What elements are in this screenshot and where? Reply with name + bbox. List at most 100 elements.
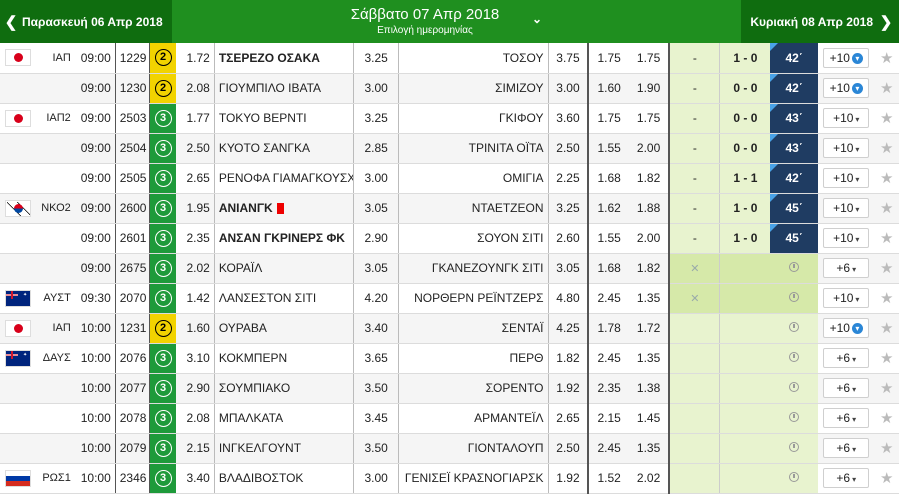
odds-away[interactable]: 3.00 bbox=[547, 73, 590, 104]
odds-away[interactable]: 2.25 bbox=[547, 163, 590, 194]
odds-under[interactable]: 1.52 bbox=[588, 463, 629, 494]
odds-draw[interactable]: 3.25 bbox=[353, 43, 399, 74]
odds-under[interactable]: 2.45 bbox=[588, 343, 629, 374]
favorite-star-icon[interactable]: ★ bbox=[874, 193, 899, 224]
odds-away[interactable]: 1.82 bbox=[547, 343, 590, 374]
odds-under[interactable]: 1.78 bbox=[588, 313, 629, 344]
odds-under[interactable]: 2.15 bbox=[588, 403, 629, 434]
match-row[interactable]: ΙΑΠ2 09:00 2503 3 1.77 ΤΟΚΥΟ ΒΕΡΝΤΙ 3.25 ΓΚΙΦΟΥ… bbox=[0, 103, 899, 134]
odds-away[interactable]: 3.60 bbox=[547, 103, 590, 134]
match-row[interactable]: 09:00 1230 2 2.08 ΓΙΟΥΜΠΙΛΟ ΙΒΑΤΑ 3.00 ΣΙΜΙΖΟΥ… bbox=[0, 73, 899, 104]
favorite-star-icon[interactable]: ★ bbox=[874, 103, 899, 134]
odds-away[interactable]: 4.80 bbox=[547, 283, 590, 314]
odds-under[interactable]: 2.35 bbox=[588, 373, 629, 404]
odds-over[interactable]: 1.45 bbox=[628, 403, 671, 434]
odds-away[interactable]: 2.65 bbox=[547, 403, 590, 434]
odds-draw[interactable]: 3.45 bbox=[353, 403, 399, 434]
match-row[interactable]: 09:00 2675 3 2.02 ΚΟΡΑΪΛ 3.05 ΓΚΑΝΕΖΟΥΝΓΚ ΣΙΤΙ… bbox=[0, 253, 899, 284]
odds-draw[interactable]: 3.05 bbox=[353, 193, 399, 224]
favorite-star-icon[interactable]: ★ bbox=[874, 283, 899, 314]
odds-over[interactable]: 1.82 bbox=[628, 163, 671, 194]
match-row[interactable]: 09:00 2601 3 2.35 ΑΝΣΑΝ ΓΚΡΙΝΕΡΣ ΦΚ 2.90 ΣΟΥΟΝ… bbox=[0, 223, 899, 254]
odds-over[interactable]: 1.35 bbox=[628, 433, 671, 464]
odds-over[interactable]: 1.35 bbox=[628, 343, 671, 374]
odds-away[interactable]: 3.75 bbox=[547, 43, 590, 74]
odds-under[interactable]: 1.68 bbox=[588, 253, 629, 284]
more-markets-button[interactable]: +10 ▾ bbox=[823, 318, 870, 338]
odds-under[interactable]: 1.75 bbox=[588, 103, 629, 134]
match-row[interactable]: ΙΑΠ 10:00 1231 2 1.60 ΟΥΡΑΒΑ 3.40 ΣΕΝΤΑΪ 4.25 1.7… bbox=[0, 313, 899, 344]
odds-home[interactable]: 1.72 bbox=[175, 43, 215, 74]
odds-over[interactable]: 1.35 bbox=[628, 283, 671, 314]
odds-over[interactable]: 2.00 bbox=[628, 133, 671, 164]
odds-home[interactable]: 3.40 bbox=[175, 463, 215, 494]
odds-under[interactable]: 1.75 bbox=[588, 43, 629, 74]
match-row[interactable]: 09:00 2505 3 2.65 ΡΕΝΟΦΑ ΓΙΑΜΑΓΚΟΥΣΧΙ 3.00 ΟΜΙ… bbox=[0, 163, 899, 194]
more-markets-button[interactable]: +10 ▾ bbox=[823, 168, 870, 188]
odds-draw[interactable]: 3.25 bbox=[353, 103, 399, 134]
more-markets-button[interactable]: +10 ▾ bbox=[823, 288, 870, 308]
more-markets-button[interactable]: +10 ▾ bbox=[823, 47, 870, 68]
odds-draw[interactable]: 3.05 bbox=[353, 253, 399, 284]
more-markets-button[interactable]: +6 ▾ bbox=[823, 348, 870, 368]
odds-draw[interactable]: 3.00 bbox=[353, 463, 399, 494]
odds-home[interactable]: 2.50 bbox=[175, 133, 215, 164]
date-picker[interactable]: Σάββατο 07 Απρ 2018 Επιλογή ημερομηνίας bbox=[300, 6, 550, 36]
more-markets-button[interactable]: +10 ▾ bbox=[823, 138, 870, 158]
odds-draw[interactable]: 3.50 bbox=[353, 433, 399, 464]
odds-over[interactable]: 1.75 bbox=[628, 43, 671, 74]
odds-home[interactable]: 2.08 bbox=[175, 73, 215, 104]
odds-home[interactable]: 2.08 bbox=[175, 403, 215, 434]
more-markets-button[interactable]: +6 ▾ bbox=[823, 408, 870, 428]
more-markets-button[interactable]: +10 ▾ bbox=[823, 108, 870, 128]
odds-under[interactable]: 2.45 bbox=[588, 433, 629, 464]
odds-home[interactable]: 2.15 bbox=[175, 433, 215, 464]
next-day-button[interactable]: Κυριακή 08 Απρ 2018 ❯ bbox=[741, 0, 899, 43]
match-row[interactable]: 10:00 2077 3 2.90 ΣΟΥΜΠΙΑΚΟ 3.50 ΣΟΡΕΝΤΟ 1.92 2.… bbox=[0, 373, 899, 404]
odds-over[interactable]: 1.88 bbox=[628, 193, 671, 224]
odds-home[interactable]: 1.95 bbox=[175, 193, 215, 224]
odds-draw[interactable]: 3.00 bbox=[353, 163, 399, 194]
prev-day-button[interactable]: ❮ Παρασκευή 06 Απρ 2018 bbox=[0, 0, 172, 43]
more-markets-button[interactable]: +6 ▾ bbox=[823, 468, 870, 488]
odds-away[interactable]: 1.92 bbox=[547, 373, 590, 404]
odds-away[interactable]: 3.05 bbox=[547, 253, 590, 284]
odds-away[interactable]: 2.60 bbox=[547, 223, 590, 254]
favorite-star-icon[interactable]: ★ bbox=[874, 253, 899, 284]
favorite-star-icon[interactable]: ★ bbox=[874, 73, 899, 104]
odds-under[interactable]: 1.55 bbox=[588, 133, 629, 164]
favorite-star-icon[interactable]: ★ bbox=[874, 343, 899, 374]
odds-under[interactable]: 1.60 bbox=[588, 73, 629, 104]
odds-draw[interactable]: 2.90 bbox=[353, 223, 399, 254]
more-markets-button[interactable]: +10 ▾ bbox=[823, 78, 870, 98]
favorite-star-icon[interactable]: ★ bbox=[874, 403, 899, 434]
odds-home[interactable]: 1.42 bbox=[175, 283, 215, 314]
odds-over[interactable]: 1.72 bbox=[628, 313, 671, 344]
match-row[interactable]: 10:00 2078 3 2.08 ΜΠΑΛΚΑΤΑ 3.45 ΑΡΜΑΝΤΕΪΛ 2.65 2… bbox=[0, 403, 899, 434]
chevron-down-icon[interactable]: ⌄ bbox=[532, 12, 542, 26]
favorite-star-icon[interactable]: ★ bbox=[874, 433, 899, 464]
odds-draw[interactable]: 3.40 bbox=[353, 313, 399, 344]
odds-under[interactable]: 1.55 bbox=[588, 223, 629, 254]
match-row[interactable]: 09:00 2504 3 2.50 ΚΥΟΤΟ ΣΑΝΓΚΑ 2.85 ΤΡΙΝΙΤΑ ΟΪ… bbox=[0, 133, 899, 164]
odds-home[interactable]: 1.77 bbox=[175, 103, 215, 134]
favorite-star-icon[interactable]: ★ bbox=[874, 373, 899, 404]
odds-draw[interactable]: 2.85 bbox=[353, 133, 399, 164]
favorite-star-icon[interactable]: ★ bbox=[874, 163, 899, 194]
odds-over[interactable]: 1.82 bbox=[628, 253, 671, 284]
more-markets-button[interactable]: +6 ▾ bbox=[823, 378, 870, 398]
match-row[interactable]: ΝΚΟ2 09:00 2600 3 1.95 ΑΝΙΑΝΓΚ 3.05 ΝΤΑΕΤΖΕΟΝ 3.… bbox=[0, 193, 899, 224]
match-row[interactable]: ΡΩΣ1 10:00 2346 3 3.40 ΒΛΑΔΙΒΟΣΤΟΚ 3.00 ΓΕΝΙΣΕΪ… bbox=[0, 463, 899, 494]
odds-away[interactable]: 3.25 bbox=[547, 193, 590, 224]
odds-draw[interactable]: 3.50 bbox=[353, 373, 399, 404]
odds-away[interactable]: 2.50 bbox=[547, 133, 590, 164]
odds-home[interactable]: 1.60 bbox=[175, 313, 215, 344]
odds-draw[interactable]: 3.65 bbox=[353, 343, 399, 374]
odds-home[interactable]: 2.65 bbox=[175, 163, 215, 194]
odds-home[interactable]: 2.02 bbox=[175, 253, 215, 284]
odds-away[interactable]: 4.25 bbox=[547, 313, 590, 344]
favorite-star-icon[interactable]: ★ bbox=[874, 133, 899, 164]
match-row[interactable]: 10:00 2079 3 2.15 ΙΝΓΚΕΛΓΟΥΝΤ 3.50 ΓΙΟΝΤΑΛΟΥΠ 2… bbox=[0, 433, 899, 464]
favorite-star-icon[interactable]: ★ bbox=[874, 463, 899, 494]
more-markets-button[interactable]: +6 ▾ bbox=[823, 258, 870, 278]
